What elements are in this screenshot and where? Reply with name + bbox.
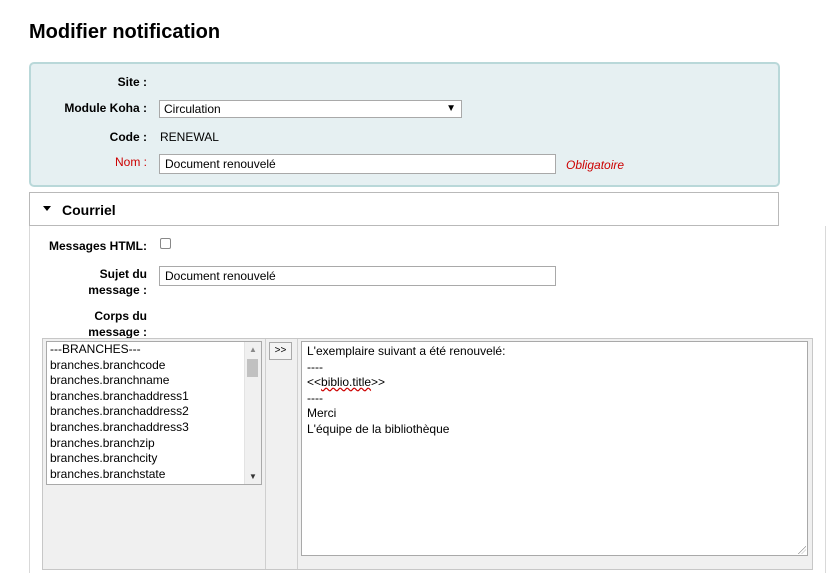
- body-line: ----: [307, 390, 323, 405]
- email-section-title: Courriel: [62, 202, 116, 218]
- fields-listbox[interactable]: ---BRANCHES--- branches.branchcode branc…: [46, 341, 262, 485]
- resize-grip-icon[interactable]: [798, 546, 806, 554]
- body-label-box: Corps du message :: [27, 307, 147, 339]
- name-label: Nom :: [114, 155, 147, 169]
- code-label: Code :: [109, 130, 147, 144]
- insert-field-button[interactable]: >>: [269, 342, 292, 360]
- list-item[interactable]: branches.branchcity: [47, 451, 261, 467]
- body-token: <<: [307, 375, 322, 389]
- body-line: L'équipe de la bibliothèque: [307, 421, 450, 436]
- site-label-box: Site :: [27, 73, 147, 93]
- caret-down-icon: [43, 206, 51, 211]
- module-label-box: Module Koha :: [27, 99, 147, 119]
- body-label: Corps du message :: [88, 308, 147, 340]
- required-hint: Obligatoire: [566, 158, 625, 172]
- subject-label-line2: message :: [88, 283, 147, 297]
- scroll-up-icon[interactable]: ▲: [249, 345, 257, 354]
- email-section-header[interactable]: Courriel: [29, 192, 779, 226]
- html-messages-checkbox[interactable]: [160, 238, 171, 249]
- listbox-scrollbar[interactable]: ▲ ▼: [244, 342, 261, 484]
- subject-label-line1: Sujet du: [99, 267, 147, 281]
- message-body-textarea[interactable]: L'exemplaire suivant a été renouvelé: --…: [301, 341, 808, 556]
- module-label: Module Koha :: [64, 101, 147, 115]
- body-line: L'exemplaire suivant a été renouvelé:: [307, 344, 506, 358]
- body-label-line2: message :: [88, 325, 147, 339]
- body-line: Merci: [307, 406, 337, 420]
- page-title: Modifier notification: [29, 21, 221, 43]
- name-label-box: Nom :: [27, 153, 147, 173]
- body-line: <<biblio.title>>: [307, 375, 802, 391]
- editor-divider: [297, 339, 298, 569]
- site-label: Site :: [117, 75, 147, 89]
- code-value: RENEWAL: [160, 130, 219, 144]
- module-select-value: Circulation: [164, 102, 221, 116]
- list-item[interactable]: branches.branchaddress2: [47, 404, 261, 420]
- list-item[interactable]: ---BRANCHES---: [47, 342, 261, 358]
- list-item[interactable]: branches.branchname: [47, 373, 261, 389]
- list-item[interactable]: branches.branchzip: [47, 436, 261, 452]
- name-input[interactable]: Document renouvelé: [159, 154, 556, 174]
- subject-label-box: Sujet du message :: [27, 265, 147, 297]
- scroll-down-icon[interactable]: ▼: [249, 472, 257, 481]
- body-label-line1: Corps du: [94, 309, 147, 323]
- subject-label: Sujet du message :: [88, 266, 147, 298]
- body-token: >>: [371, 375, 386, 389]
- editor-divider: [265, 339, 266, 569]
- html-label-box: Messages HTML:: [27, 237, 147, 257]
- html-messages-label: Messages HTML:: [48, 239, 147, 253]
- dropdown-arrow-icon: ▼: [446, 103, 456, 114]
- list-item[interactable]: branches.branchaddress1: [47, 389, 261, 405]
- body-token: biblio.title: [321, 375, 372, 389]
- list-item[interactable]: branches.branchaddress3: [47, 420, 261, 436]
- list-item[interactable]: branches.branchcode: [47, 358, 261, 374]
- list-item[interactable]: branches.branchstate: [47, 467, 261, 483]
- panel-right-border: [825, 226, 826, 573]
- code-label-box: Code :: [27, 128, 147, 148]
- scrollbar-thumb[interactable]: [247, 359, 258, 377]
- body-line: ----: [307, 359, 323, 374]
- subject-input[interactable]: Document renouvelé: [159, 266, 556, 286]
- module-select[interactable]: Circulation ▼: [159, 100, 462, 118]
